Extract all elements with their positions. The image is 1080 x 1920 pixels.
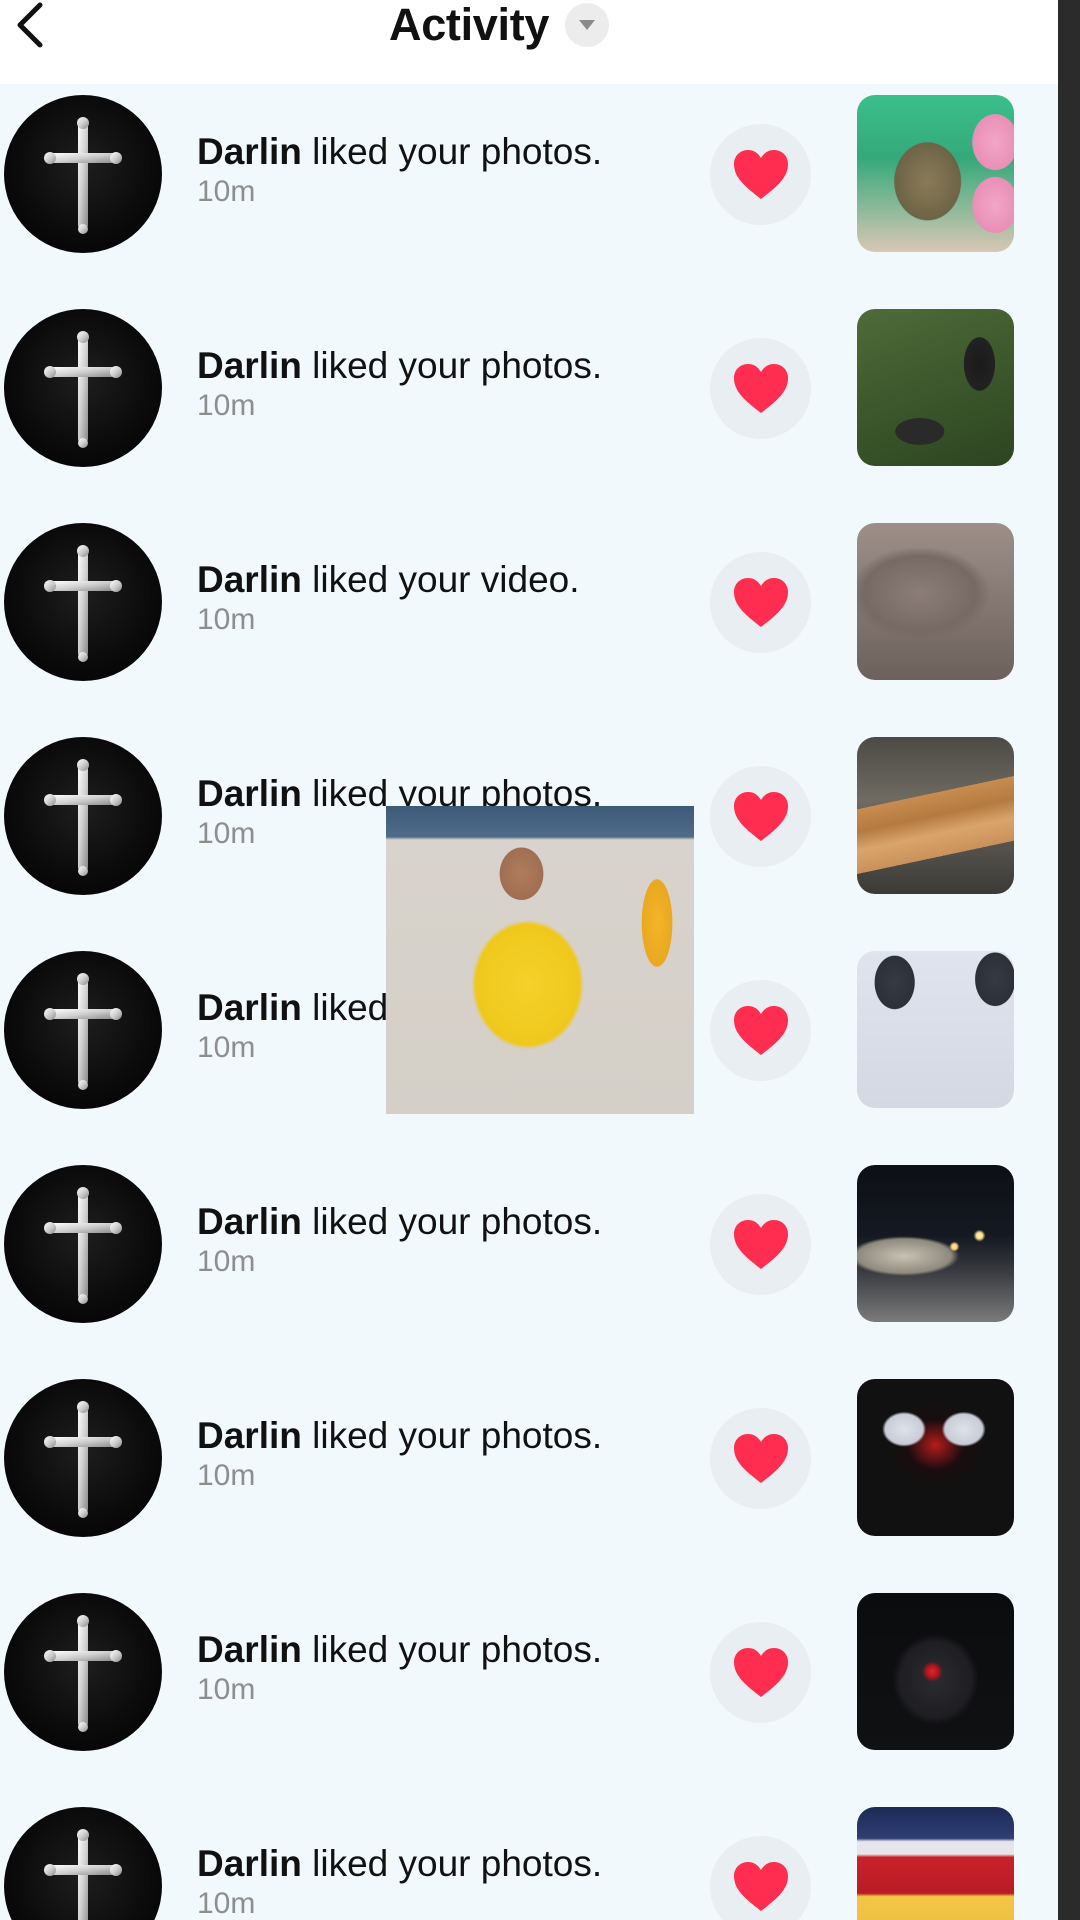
notification-text: Darlin liked your photos. 10m — [197, 1842, 697, 1920]
activity-header: Activity — [0, 0, 1058, 84]
heart-icon — [733, 1219, 788, 1269]
avatar[interactable] — [4, 1379, 162, 1537]
like-button[interactable] — [710, 1622, 811, 1723]
notification-action: liked your photos. — [301, 1629, 603, 1670]
username-link[interactable]: Darlin — [197, 1629, 302, 1670]
notification-message: Darlin liked your video. — [197, 558, 697, 602]
notification-text: Darlin liked your photos. 10m — [197, 344, 697, 424]
cross-icon — [44, 973, 122, 1090]
post-thumbnail[interactable] — [857, 523, 1014, 680]
like-button[interactable] — [710, 1408, 811, 1509]
notification-action: liked your video. — [301, 559, 580, 600]
cross-icon — [44, 1187, 122, 1304]
notification-row[interactable]: Darlin liked your photos. 10m — [0, 298, 1058, 512]
username-link[interactable]: Darlin — [197, 345, 302, 386]
notification-message: Darlin liked your photos. — [197, 1842, 697, 1886]
chevron-left-icon — [17, 2, 43, 48]
username-link[interactable]: Darlin — [197, 773, 302, 814]
notification-message: Darlin liked your photos. — [197, 130, 697, 174]
like-button[interactable] — [710, 124, 811, 225]
notification-text: Darlin liked your photos. 10m — [197, 1628, 697, 1708]
notification-row[interactable]: Darlin liked your video. 10m — [0, 512, 1058, 726]
notification-row[interactable]: Darlin liked your photos. 10m — [0, 1368, 1058, 1582]
username-link[interactable]: Darlin — [197, 131, 302, 172]
notification-text: Darlin liked your photos. 10m — [197, 1414, 697, 1494]
cross-icon — [44, 1829, 122, 1920]
username-link[interactable]: Darlin — [197, 1201, 302, 1242]
like-button[interactable] — [710, 552, 811, 653]
notification-action: liked your photos. — [301, 345, 603, 386]
activity-filter-dropdown[interactable] — [565, 3, 610, 47]
avatar[interactable] — [4, 309, 162, 467]
notification-message: Darlin liked your photos. — [197, 1628, 697, 1672]
like-button[interactable] — [710, 1194, 811, 1295]
cross-icon — [44, 545, 122, 662]
post-thumbnail[interactable] — [857, 737, 1014, 894]
username-link[interactable]: Darlin — [197, 1415, 302, 1456]
cross-icon — [44, 331, 122, 448]
like-button[interactable] — [710, 980, 811, 1081]
post-thumbnail[interactable] — [857, 951, 1014, 1108]
post-thumbnail[interactable] — [857, 1593, 1014, 1750]
back-button[interactable] — [0, 0, 60, 50]
notification-action: liked your photos. — [301, 131, 603, 172]
header-title-group: Activity — [389, 0, 610, 50]
notification-row[interactable]: Darlin liked your photos. 10m — [0, 1796, 1058, 1920]
avatar[interactable] — [4, 1807, 162, 1920]
notification-text: Darlin liked your photos. 10m — [197, 1200, 697, 1280]
caret-down-icon — [579, 20, 596, 30]
notification-message: Darlin liked your photos. — [197, 1414, 697, 1458]
username-link[interactable]: Darlin — [197, 1843, 302, 1884]
post-thumbnail[interactable] — [857, 1379, 1014, 1536]
avatar[interactable] — [4, 951, 162, 1109]
like-button[interactable] — [710, 1836, 811, 1920]
heart-icon — [733, 363, 788, 413]
username-link[interactable]: Darlin — [197, 987, 302, 1028]
notification-row[interactable]: Darlin liked your photos. 10m — [0, 84, 1058, 298]
scroll-edge — [1058, 0, 1080, 1920]
avatar[interactable] — [4, 1165, 162, 1323]
notification-time: 10m — [197, 175, 256, 208]
notification-text: Darlin liked your photos. 10m — [197, 130, 697, 210]
notification-action: liked your photos. — [301, 1415, 603, 1456]
post-thumbnail[interactable] — [857, 309, 1014, 466]
notification-message: Darlin liked your photos. — [197, 1200, 697, 1244]
avatar[interactable] — [4, 95, 162, 253]
notification-text: Darlin liked your video. 10m — [197, 558, 697, 638]
like-button[interactable] — [710, 338, 811, 439]
notification-action: liked your photos. — [301, 1843, 603, 1884]
heart-icon — [733, 1647, 788, 1697]
avatar[interactable] — [4, 523, 162, 681]
notification-action: liked — [301, 987, 389, 1028]
notification-row[interactable]: Darlin liked your photos. 10m — [0, 1154, 1058, 1368]
heart-icon — [733, 149, 788, 199]
cross-icon — [44, 117, 122, 234]
notification-action: liked your photos. — [301, 1201, 603, 1242]
like-button[interactable] — [710, 766, 811, 867]
heart-icon — [733, 1433, 788, 1483]
cross-icon — [44, 1401, 122, 1518]
heart-icon — [733, 1005, 788, 1055]
notification-time: 10m — [197, 1673, 256, 1706]
cross-icon — [44, 1615, 122, 1732]
post-thumbnail[interactable] — [857, 1807, 1014, 1920]
heart-icon — [733, 577, 788, 627]
heart-icon — [733, 1861, 788, 1911]
heart-icon — [733, 791, 788, 841]
cross-icon — [44, 759, 122, 876]
notification-time: 10m — [197, 603, 256, 636]
page-title: Activity — [389, 0, 550, 50]
notification-time: 10m — [197, 389, 256, 422]
notification-message: Darlin liked your photos. — [197, 344, 697, 388]
notification-time: 10m — [197, 1245, 256, 1278]
notification-row[interactable]: Darlin liked your photos. 10m — [0, 1582, 1058, 1796]
notification-time: 10m — [197, 1459, 256, 1492]
post-thumbnail[interactable] — [857, 95, 1014, 252]
username-link[interactable]: Darlin — [197, 559, 302, 600]
avatar[interactable] — [4, 737, 162, 895]
avatar[interactable] — [4, 1593, 162, 1751]
photo-preview-overlay[interactable] — [386, 806, 694, 1114]
post-thumbnail[interactable] — [857, 1165, 1014, 1322]
notification-time: 10m — [197, 1887, 256, 1920]
